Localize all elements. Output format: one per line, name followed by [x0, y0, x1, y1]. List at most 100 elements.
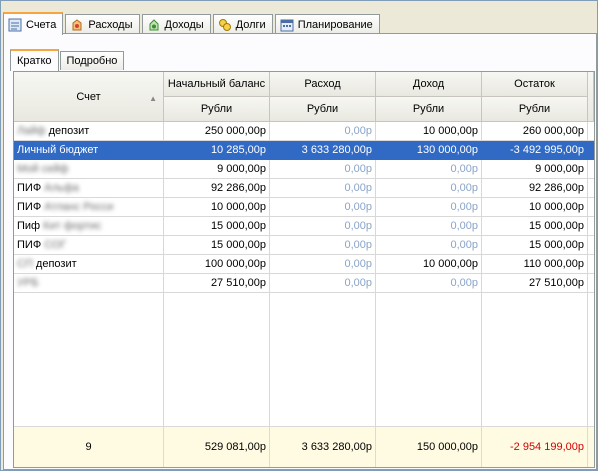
balance-cell: 10 000,00р	[482, 198, 588, 217]
account-name-hidden: СП	[17, 258, 33, 270]
currency-label: Рубли	[412, 103, 445, 115]
tab-income-label: Доходы	[164, 18, 204, 31]
row-filler-cell	[588, 236, 594, 255]
tab-accounts-label: Счета	[26, 18, 57, 31]
table-row[interactable]: СП депозит 100 000,00р 0,00р 10 000,00р 110 …	[14, 255, 594, 274]
main-tabbar: Счета Расходы Доходы Долги Планирование	[3, 12, 382, 35]
income-cell: 10 000,00р	[376, 122, 482, 141]
table-row[interactable]: ПИФ СОГ 15 000,00р 0,00р 0,00р 15 000,00р	[14, 236, 594, 255]
currency-label: Рубли	[518, 103, 551, 115]
table-row[interactable]: Личный бюджет 10 285,00р 3 633 280,00р 130 …	[14, 141, 594, 160]
balance-cell: 15 000,00р	[482, 236, 588, 255]
totals-count: 9	[14, 427, 164, 467]
currency-header-income: Рубли	[376, 97, 482, 122]
row-filler-cell	[588, 198, 594, 217]
account-name-prefix: ПИФ	[17, 201, 45, 213]
tab-summary-label: Кратко	[17, 55, 52, 67]
account-name-cell: СП депозит	[14, 255, 164, 274]
totals-expense: 3 633 280,00р	[270, 427, 376, 467]
account-name-cell: Мой сейф	[14, 160, 164, 179]
totals-row: 9 529 081,00р 3 633 280,00р 150 000,00р …	[14, 426, 594, 467]
totals-balance: -2 954 199,00р	[482, 427, 588, 467]
account-name-cell: УРБ	[14, 274, 164, 293]
column-header-expense-label: Расход	[304, 78, 341, 90]
grid-header: Счет ▲ Начальный баланс Расход Доход Ост…	[14, 72, 594, 122]
column-header-account[interactable]: Счет ▲	[14, 72, 164, 122]
column-header-opening[interactable]: Начальный баланс	[164, 72, 270, 97]
income-cell: 0,00р	[376, 198, 482, 217]
account-name-prefix: Личный бюджет	[17, 144, 99, 156]
totals-income: 150 000,00р	[376, 427, 482, 467]
opening-cell: 250 000,00р	[164, 122, 270, 141]
account-name-hidden: Альфа	[44, 182, 79, 194]
row-filler-cell	[588, 274, 594, 293]
account-name-cell: Личный бюджет	[14, 141, 164, 160]
row-filler-cell	[588, 141, 594, 160]
income-cell: 0,00р	[376, 217, 482, 236]
opening-cell: 9 000,00р	[164, 160, 270, 179]
tab-detailed[interactable]: Подробно	[59, 51, 125, 70]
tab-expenses[interactable]: Расходы	[65, 14, 140, 34]
accounts-panel: Кратко Подробно Счет ▲ Начальный баланс	[3, 33, 597, 470]
tab-accounts[interactable]: Счета	[3, 12, 64, 35]
account-name-suffix: депозит	[45, 125, 90, 137]
currency-header-expense: Рубли	[270, 97, 376, 122]
income-cell: 10 000,00р	[376, 255, 482, 274]
account-name-cell: ПИФ Альфа	[14, 179, 164, 198]
expense-cell: 0,00р	[270, 217, 376, 236]
opening-cell: 15 000,00р	[164, 217, 270, 236]
expense-cell: 3 633 280,00р	[270, 141, 376, 160]
opening-cell: 100 000,00р	[164, 255, 270, 274]
account-name-prefix: Пиф	[17, 220, 44, 232]
debts-icon	[218, 18, 232, 32]
income-cell: 0,00р	[376, 179, 482, 198]
view-tabbar: Кратко Подробно	[10, 49, 125, 71]
account-name-cell: Пиф Кит фортис	[14, 217, 164, 236]
tab-expenses-label: Расходы	[88, 18, 133, 31]
tab-debts[interactable]: Долги	[212, 14, 273, 34]
account-name-cell: Лайф депозит	[14, 122, 164, 141]
balance-cell: 110 000,00р	[482, 255, 588, 274]
tab-summary[interactable]: Кратко	[10, 49, 59, 71]
income-cell: 0,00р	[376, 236, 482, 255]
tab-planning-label: Планирование	[297, 18, 373, 31]
income-cell: 0,00р	[376, 160, 482, 179]
row-filler-cell	[588, 255, 594, 274]
table-row[interactable]: Лайф депозит 250 000,00р 0,00р 10 000,00р 26…	[14, 122, 594, 141]
table-row[interactable]: Мой сейф 9 000,00р 0,00р 0,00р 9 000,00р	[14, 160, 594, 179]
planning-icon	[280, 18, 294, 32]
currency-header-opening: Рубли	[164, 97, 270, 122]
currency-label: Рубли	[306, 103, 339, 115]
account-name-hidden: Лайф	[17, 125, 46, 137]
table-row[interactable]: УРБ 27 510,00р 0,00р 0,00р 27 510,00р	[14, 274, 594, 293]
income-icon	[147, 18, 161, 32]
column-header-balance-label: Остаток	[514, 78, 555, 90]
expense-cell: 0,00р	[270, 198, 376, 217]
opening-cell: 27 510,00р	[164, 274, 270, 293]
accounts-icon	[8, 18, 22, 32]
opening-cell: 15 000,00р	[164, 236, 270, 255]
table-row[interactable]: Пиф Кит фортис 15 000,00р 0,00р 0,00р 15 000…	[14, 217, 594, 236]
column-header-balance[interactable]: Остаток	[482, 72, 588, 97]
income-cell: 130 000,00р	[376, 141, 482, 160]
table-row[interactable]: ПИФ Атланс Росси 10 000,00р 0,00р 0,00р 10 0…	[14, 198, 594, 217]
account-name-cell: ПИФ СОГ	[14, 236, 164, 255]
column-header-income[interactable]: Доход	[376, 72, 482, 97]
balance-cell: -3 492 995,00р	[482, 141, 588, 160]
table-row[interactable]: ПИФ Альфа 92 286,00р 0,00р 0,00р 92 286,00р	[14, 179, 594, 198]
balance-cell: 92 286,00р	[482, 179, 588, 198]
column-header-opening-label: Начальный баланс	[167, 78, 266, 90]
tab-planning[interactable]: Планирование	[274, 14, 380, 34]
account-name-hidden: СОГ	[44, 239, 67, 251]
opening-cell: 10 000,00р	[164, 198, 270, 217]
tab-income[interactable]: Доходы	[141, 14, 211, 34]
account-name-hidden: Мой сейф	[17, 163, 69, 175]
expense-cell: 0,00р	[270, 255, 376, 274]
column-header-expense[interactable]: Расход	[270, 72, 376, 97]
column-header-filler	[588, 72, 594, 122]
account-name-hidden: Атланс Росси	[44, 201, 114, 213]
expense-cell: 0,00р	[270, 179, 376, 198]
app-window: Счета Расходы Доходы Долги Планирование	[0, 0, 598, 471]
account-name-suffix: депозит	[32, 258, 77, 270]
accounts-grid: Счет ▲ Начальный баланс Расход Доход Ост…	[14, 72, 594, 467]
